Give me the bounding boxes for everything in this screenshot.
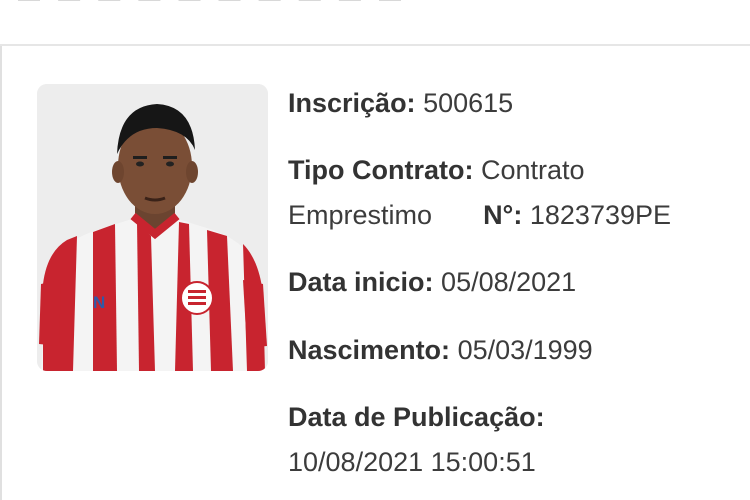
- publicacao-label: Data de Publicação:: [288, 402, 545, 432]
- numero-label: N°:: [483, 200, 523, 230]
- data-inicio-row: Data inicio: 05/08/2021: [288, 265, 576, 299]
- data-inicio-label: Data inicio:: [288, 267, 434, 297]
- left-border: [0, 46, 2, 500]
- header-partial-text: — — — — — — — — — —: [18, 0, 407, 12]
- tipo-contrato-value: Contrato: [480, 155, 585, 185]
- svg-text:N: N: [93, 293, 105, 312]
- inscricao-label: Inscrição:: [288, 88, 416, 118]
- top-header-strip: — — — — — — — — — —: [0, 0, 750, 46]
- brand-logo-icon: N: [93, 293, 105, 312]
- inscricao-value: 500615: [423, 88, 514, 118]
- publicacao-value: 10/08/2021 15:00:51: [288, 447, 536, 477]
- club-crest-icon: [180, 281, 214, 315]
- tipo-contrato-value-2: Emprestimo: [288, 200, 433, 230]
- publicacao-label-row: Data de Publicação:: [288, 400, 545, 434]
- tipo-contrato-row-2: Emprestimo N°: 1823739PE: [288, 198, 671, 232]
- inscricao-row: Inscrição: 500615: [288, 86, 513, 120]
- publicacao-value-row: 10/08/2021 15:00:51: [288, 445, 536, 479]
- player-photo: N: [37, 84, 268, 371]
- nascimento-row: Nascimento: 05/03/1999: [288, 333, 593, 367]
- nascimento-value: 05/03/1999: [457, 335, 593, 365]
- numero-value: 1823739PE: [529, 200, 672, 230]
- tipo-contrato-label: Tipo Contrato:: [288, 155, 474, 185]
- nascimento-label: Nascimento:: [288, 335, 451, 365]
- tipo-contrato-row: Tipo Contrato: Contrato: [288, 153, 585, 187]
- data-inicio-value: 05/08/2021: [441, 267, 577, 297]
